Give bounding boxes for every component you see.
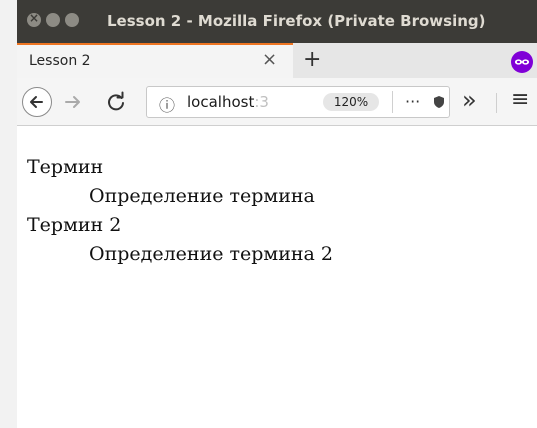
- reload-button[interactable]: [105, 91, 127, 113]
- window-maximize-button[interactable]: [65, 13, 79, 27]
- url-text: localhost:3: [187, 93, 269, 111]
- definition-description: Определение термина: [89, 185, 315, 207]
- new-tab-button[interactable]: +: [303, 47, 321, 72]
- url-bar[interactable]: ⓘ localhost:3 120% ···: [146, 86, 450, 118]
- definition-list: Термин Определение термина Термин 2 Опре…: [27, 153, 333, 269]
- page-actions-icon[interactable]: ···: [405, 92, 420, 111]
- desktop-background: [0, 0, 17, 428]
- forward-button[interactable]: [62, 92, 84, 112]
- tab-title: Lesson 2: [29, 53, 91, 69]
- toolbar-divider: [496, 93, 497, 113]
- definition-description: Определение термина 2: [89, 243, 333, 265]
- mask-icon: [514, 59, 530, 65]
- zoom-indicator[interactable]: 120%: [323, 93, 379, 111]
- tab-close-icon[interactable]: ×: [262, 49, 277, 70]
- definition-term: Термин 2: [27, 214, 122, 236]
- private-browsing-icon: [511, 51, 533, 73]
- definition-term: Термин: [27, 156, 104, 178]
- back-button[interactable]: [22, 87, 52, 117]
- back-arrow-icon: [30, 96, 43, 108]
- tab-bar: Lesson 2 × +: [17, 43, 537, 78]
- window-title: Lesson 2 - Mozilla Firefox (Private Brow…: [107, 12, 486, 30]
- title-bar: Lesson 2 - Mozilla Firefox (Private Brow…: [17, 0, 537, 43]
- tracking-protection-shield-icon[interactable]: [433, 95, 445, 109]
- window-minimize-button[interactable]: [46, 13, 60, 27]
- url-bar-divider: [392, 91, 393, 113]
- overflow-menu-icon[interactable]: »: [462, 86, 477, 114]
- page-content: Термин Определение термина Термин 2 Опре…: [17, 127, 537, 428]
- tab-lesson-2[interactable]: Lesson 2 ×: [17, 43, 293, 78]
- navigation-toolbar: ⓘ localhost:3 120% ··· » ≡: [17, 78, 537, 126]
- site-info-icon[interactable]: ⓘ: [159, 92, 175, 116]
- browser-window: Lesson 2 - Mozilla Firefox (Private Brow…: [17, 0, 537, 428]
- hamburger-menu-icon[interactable]: ≡: [511, 87, 529, 112]
- window-close-button[interactable]: [27, 11, 41, 27]
